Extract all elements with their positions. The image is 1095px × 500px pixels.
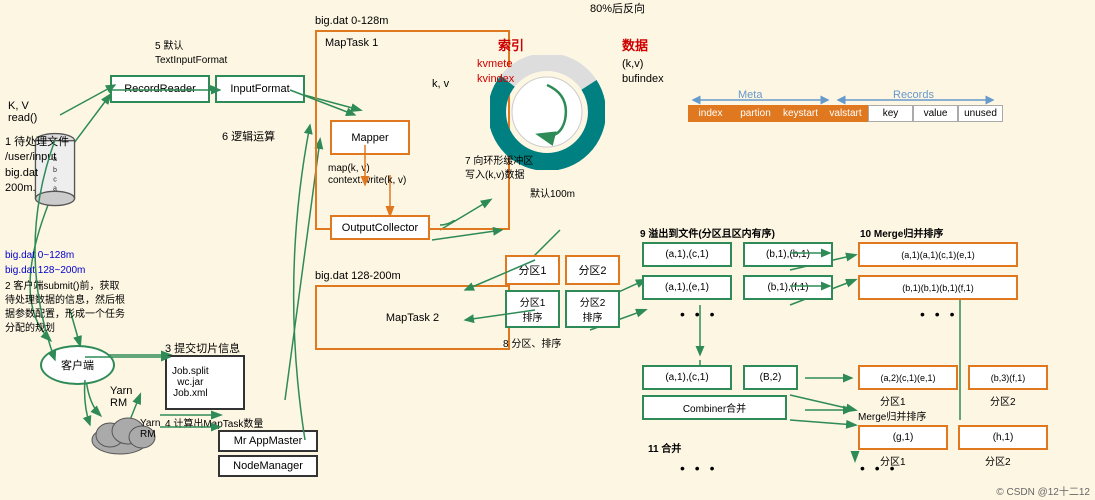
bigdat-128m-label: big.dat 0-128m: [315, 15, 388, 27]
index-label: 索引: [498, 35, 524, 54]
kv-read-label: K, Vread(): [8, 100, 37, 124]
outputcollector-box: OutputCollector: [330, 215, 430, 240]
a1c1-2-box: (a,1),(c,1): [642, 365, 732, 390]
bufindex-label: bufindex: [622, 73, 664, 85]
bigdat-0-128-label: big.dat 0~128m: [5, 250, 74, 261]
dots3: • • •: [680, 460, 717, 476]
a2c1e1-box: (a,2)(c,1)(e,1): [858, 365, 958, 390]
context-write-label: context.write(k, v): [328, 175, 406, 186]
h1-box: (h,1): [958, 425, 1048, 450]
mr-appmaster-box: Mr AppMaster: [218, 430, 318, 452]
bigdat-128-200-label: big.dat 128~200m: [5, 265, 85, 276]
bigdat-128-200m-label: big.dat 128-200m: [315, 270, 401, 282]
client-oval: 客户端: [40, 345, 115, 385]
merge11-label: 11 合并: [648, 440, 681, 455]
default-textinputformat-label: 5 默认TextInputFormat: [155, 40, 227, 68]
partition2-box: 分区2: [565, 255, 620, 285]
kv-data-label: (k,v): [622, 58, 643, 70]
maptask2-outer-box: MapTask 2: [315, 285, 510, 350]
partition2-sort-box: 分区2排序: [565, 290, 620, 328]
circular-write-label: 7 向环形缓冲区写入(k,v)数据: [465, 155, 575, 183]
mapper-box: Mapper: [330, 120, 410, 155]
a1c1-box: (a,1),(c,1): [642, 242, 732, 267]
partition2-label2: 分区2: [990, 393, 1016, 408]
inputformat-box: InputFormat: [215, 75, 305, 103]
sort-label: 8 分区、排序: [503, 335, 561, 350]
merge-result2-box: (b,1)(b,1)(b,1)(f,1): [858, 275, 1018, 300]
b3f1-box: (b,3)(f,1): [968, 365, 1048, 390]
b1f1-box: (b,1),(f,1): [743, 275, 833, 300]
yarn-rm-label: YarnRM: [110, 385, 132, 409]
recordreader-box: RecordReader: [110, 75, 210, 103]
footer-text: © CSDN @12十二12: [996, 483, 1090, 498]
partition1-sort-box: 分区1排序: [505, 290, 560, 328]
merge-label: 10 Merge归并排序: [860, 225, 943, 240]
nodemanager-box: NodeManager: [218, 455, 318, 477]
logic-op-label: 6 逻辑运算: [222, 128, 275, 144]
hdfs-path-label: 1 待处理文件/user/inputbig.dat200m.: [5, 135, 69, 197]
combiner-box: Combiner合并: [642, 395, 787, 420]
a1e1-box: (a,1),(e,1): [642, 275, 732, 300]
compute-maptask-label: 4 计算出MapTask数量: [165, 415, 263, 430]
spill-label: 9 溢出到文件(分区且区内有序): [640, 225, 775, 240]
submit-info-label: 2 客户端submit()前，获取待处理数据的信息，然后根据参数配置，形成一个任…: [5, 280, 165, 336]
kv-inner-label: k, v: [432, 78, 449, 90]
meta-table: index partion keystart valstart key valu…: [688, 105, 1003, 122]
svg-text:Meta: Meta: [738, 90, 763, 101]
partition1-label2: 分区1: [880, 393, 906, 408]
default-100m-label: 默认100m: [530, 185, 575, 200]
svg-text:Records: Records: [893, 90, 934, 101]
partition2-label3: 分区2: [985, 453, 1011, 468]
kvmete-label: kvmete: [477, 58, 512, 70]
percent-80-label: 80%后反向: [590, 0, 645, 16]
merge-result1-box: (a,1)(a,1)(c,1)(e,1): [858, 242, 1018, 267]
dots2: • • •: [920, 306, 957, 322]
data-label: 数据: [622, 35, 648, 54]
kvindex-label: kvindex: [477, 73, 514, 85]
map-kv-label: map(k, v): [328, 163, 370, 174]
g1-box: (g,1): [858, 425, 948, 450]
dots1: • • •: [680, 306, 717, 322]
partition1-box: 分区1: [505, 255, 560, 285]
merge-sort-label: Merge归并排序: [858, 408, 926, 423]
job-files-box: Job.splitwc.jarJob.xml: [165, 355, 245, 410]
b1b1-box: (b,1),(b,1): [743, 242, 833, 267]
B2-box: (B,2): [743, 365, 798, 390]
cut-info-label: 3 提交切片信息: [165, 340, 240, 356]
yarn-rm-text: YarnRM: [140, 418, 160, 440]
dots4: • • •: [860, 460, 897, 476]
